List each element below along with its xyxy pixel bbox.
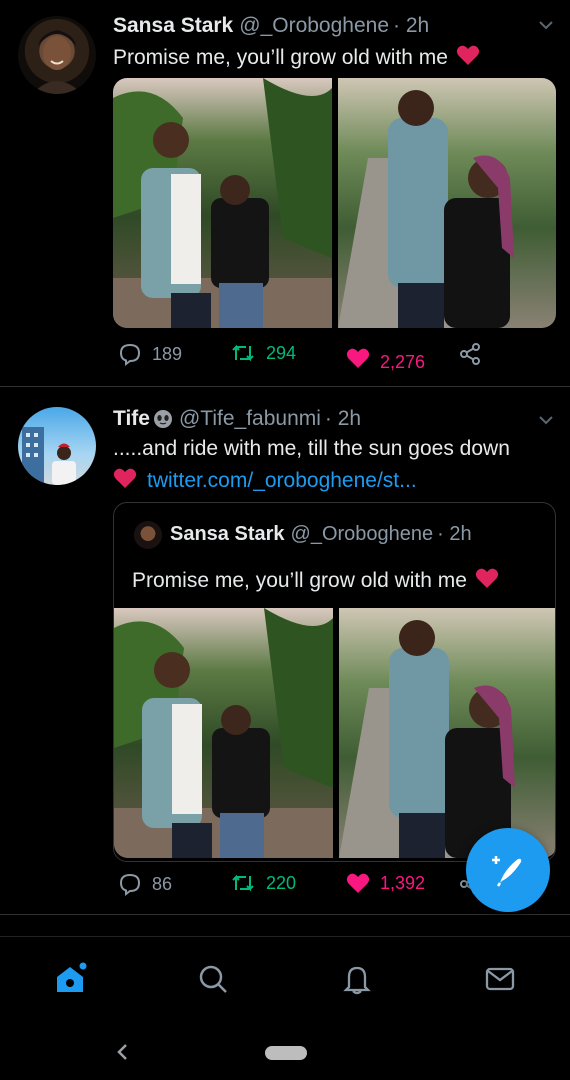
avatar[interactable] xyxy=(18,16,96,94)
avatar[interactable] xyxy=(18,407,96,485)
quoted-author-handle: @_Oroboghene xyxy=(290,523,434,545)
nav-home[interactable] xyxy=(50,959,90,999)
share-icon xyxy=(460,343,480,365)
chevron-down-icon[interactable] xyxy=(537,411,555,432)
reply-button[interactable]: 189 xyxy=(118,342,182,366)
search-icon xyxy=(199,965,227,993)
heart-icon xyxy=(475,567,499,595)
author-name[interactable]: Sansa Stark xyxy=(113,14,233,38)
retweet-icon xyxy=(232,344,254,362)
alien-face-icon xyxy=(153,409,173,429)
compose-tweet-button[interactable] xyxy=(466,828,550,912)
tweet-text: Promise me, you’ll grow old with me xyxy=(113,44,480,72)
heart-filled-icon xyxy=(346,348,370,368)
tweet-time: · 2h xyxy=(393,14,430,37)
divider xyxy=(0,914,570,915)
reply-icon xyxy=(119,873,141,896)
tweet-text: .....and ride with me, till the sun goes… xyxy=(113,437,510,460)
chevron-down-icon[interactable] xyxy=(537,16,555,37)
nav-search[interactable] xyxy=(193,959,233,999)
reply-button[interactable]: 86 xyxy=(118,872,172,896)
messages-icon xyxy=(485,967,515,991)
quoted-media[interactable] xyxy=(114,608,555,858)
heart-filled-icon xyxy=(346,873,370,893)
nav-notifications[interactable] xyxy=(337,959,377,999)
author-name[interactable]: Tife xyxy=(113,407,150,431)
notifications-icon xyxy=(343,966,371,995)
tweet-actions: 86 220 1,392 xyxy=(118,872,498,902)
compose-feather-icon xyxy=(492,856,522,887)
heart-icon xyxy=(113,467,137,495)
photo-couple-path[interactable] xyxy=(337,78,556,328)
quoted-tweet[interactable]: Sansa Stark @_Oroboghene · 2h Promise me… xyxy=(113,502,556,862)
author-handle[interactable]: @Tife_fabunmi xyxy=(179,407,321,431)
retweet-count: 220 xyxy=(266,872,297,893)
back-icon[interactable] xyxy=(114,1042,130,1067)
photo-couple-garden[interactable] xyxy=(113,78,332,328)
quoted-header: Sansa Stark @_Oroboghene · 2h xyxy=(170,523,472,546)
quoted-text: Promise me, you’ll grow old with me xyxy=(132,567,499,595)
author-handle[interactable]: @_Oroboghene xyxy=(239,14,389,38)
retweet-button[interactable]: 220 xyxy=(230,872,296,894)
tweet[interactable]: Sansa Stark @_Oroboghene · 2h Promise me… xyxy=(0,0,570,386)
tweet-header: Tife @Tife_fabunmi · 2h xyxy=(113,407,361,431)
share-button[interactable] xyxy=(458,342,482,366)
like-count: 1,392 xyxy=(380,872,426,893)
retweet-icon xyxy=(232,874,254,892)
quoted-time: · 2h xyxy=(437,523,472,545)
like-button[interactable]: 1,392 xyxy=(346,872,425,894)
tweet-header: Sansa Stark @_Oroboghene · 2h xyxy=(113,14,429,38)
home-pill[interactable] xyxy=(265,1046,307,1060)
quoted-author-name: Sansa Stark xyxy=(170,523,285,545)
photo-couple-path[interactable] xyxy=(338,608,555,858)
reply-count: 86 xyxy=(152,873,173,894)
bottom-navigation xyxy=(0,936,570,1020)
like-button[interactable]: 2,276 xyxy=(346,342,425,373)
reply-count: 189 xyxy=(152,343,183,364)
reply-icon xyxy=(119,343,141,366)
system-navigation-bar xyxy=(0,1020,570,1080)
nav-messages[interactable] xyxy=(480,959,520,999)
home-icon xyxy=(57,962,87,992)
like-count: 2,276 xyxy=(380,352,426,372)
tweet-media[interactable] xyxy=(113,78,556,328)
heart-icon xyxy=(456,44,480,72)
tweet-link[interactable]: twitter.com/_oroboghene/st... xyxy=(147,469,417,493)
retweet-button[interactable]: 294 xyxy=(230,342,296,364)
tweet-actions: 189 294 2,276 xyxy=(118,342,498,372)
quoted-avatar xyxy=(134,521,162,549)
retweet-count: 294 xyxy=(266,342,297,363)
tweet-link-line: twitter.com/_oroboghene/st... xyxy=(113,467,417,495)
photo-couple-garden[interactable] xyxy=(114,608,333,858)
tweet-time: · 2h xyxy=(324,407,362,430)
